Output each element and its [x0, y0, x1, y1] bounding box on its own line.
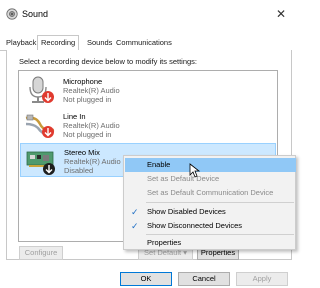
close-button[interactable]: ✕	[270, 4, 292, 24]
configure-button[interactable]: Configure	[19, 246, 63, 260]
device-driver: Realtek(R) Audio	[63, 86, 120, 95]
device-driver: Realtek(R) Audio	[64, 157, 121, 166]
menu-item-set-default-communication-device[interactable]: Set as Default Communication Device	[125, 186, 296, 200]
menu-item-show-disabled-devices[interactable]: ✓ Show Disabled Devices	[125, 205, 296, 219]
device-item-line-in[interactable]: Line In Realtek(R) Audio Not plugged in	[20, 108, 276, 142]
device-status: Not plugged in	[63, 95, 112, 104]
menu-item-label: Show Disabled Devices	[147, 207, 226, 216]
window-title: Sound	[22, 9, 49, 19]
close-icon: ✕	[275, 7, 287, 21]
context-menu: Enable Set as Default Device Set as Defa…	[123, 155, 296, 250]
menu-separator	[146, 234, 294, 235]
tab-playback[interactable]: Playback	[3, 36, 39, 50]
line-in-cable-icon	[25, 114, 55, 138]
mouse-cursor-icon	[189, 163, 201, 178]
menu-item-set-default-device[interactable]: Set as Default Device	[125, 172, 296, 186]
apply-button[interactable]: Apply	[236, 272, 288, 286]
ok-button[interactable]: OK	[120, 272, 172, 286]
menu-item-enable[interactable]: Enable	[125, 158, 296, 172]
speaker-icon	[6, 8, 18, 20]
menu-item-properties[interactable]: Properties	[125, 236, 296, 250]
device-name: Stereo Mix	[64, 148, 100, 157]
tab-recording[interactable]: Recording	[37, 35, 80, 51]
cancel-button[interactable]: Cancel	[178, 272, 230, 286]
menu-item-show-disconnected-devices[interactable]: ✓ Show Disconnected Devices	[125, 219, 296, 233]
device-driver: Realtek(R) Audio	[63, 121, 120, 130]
checkmark-icon: ✓	[131, 207, 139, 217]
menu-item-label: Show Disconnected Devices	[147, 221, 243, 230]
menu-separator	[146, 202, 294, 203]
instruction-text: Select a recording device below to modif…	[19, 57, 198, 66]
device-status: Disabled	[64, 166, 94, 175]
device-name: Microphone	[63, 77, 103, 86]
checkmark-icon: ✓	[131, 221, 139, 231]
tab-strip: Playback Recording Sounds Communications	[0, 35, 296, 51]
microphone-icon	[29, 76, 54, 103]
device-name: Line In	[63, 112, 86, 121]
device-status: Not plugged in	[63, 130, 112, 139]
title-bar: Sound ✕	[0, 0, 296, 28]
device-item-microphone[interactable]: Microphone Realtek(R) Audio Not plugged …	[20, 73, 276, 107]
tab-sounds[interactable]: Sounds	[84, 36, 115, 50]
sound-card-icon	[26, 151, 55, 175]
tab-communications[interactable]: Communications	[113, 36, 175, 50]
